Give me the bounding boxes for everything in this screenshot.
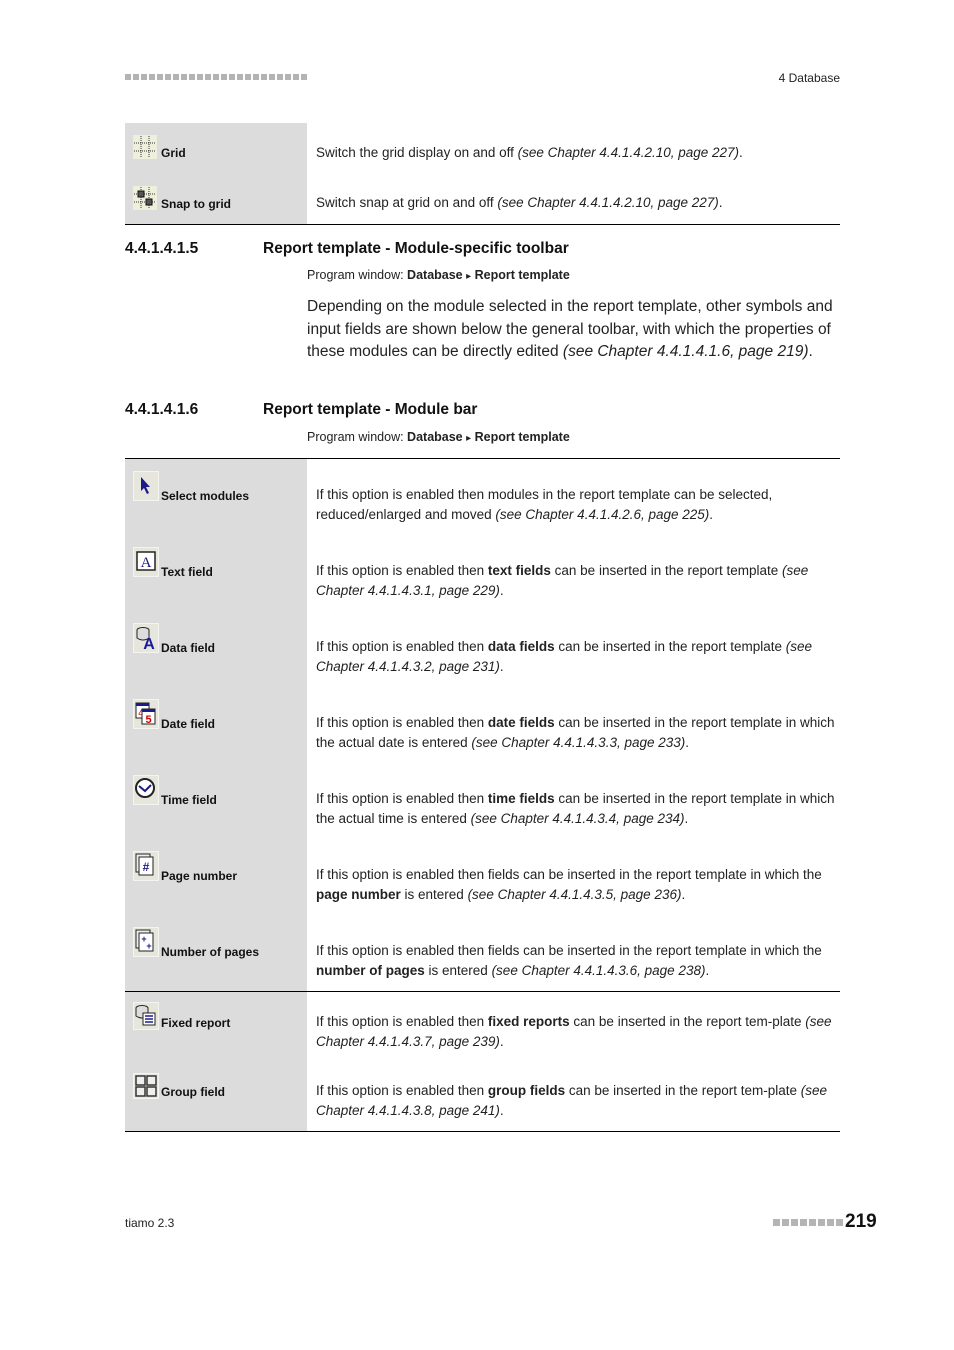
select-modules-description: If this option is enabled then modules i… bbox=[316, 487, 773, 522]
running-header-chapter: 4 Database bbox=[778, 71, 840, 85]
header-decoration bbox=[125, 74, 307, 82]
section-title: Report template - Module bar bbox=[263, 401, 478, 418]
data-field-label: Data field bbox=[161, 641, 216, 655]
svg-text:#: # bbox=[143, 860, 150, 874]
toolbar-table: Grid Switch the grid display on and off … bbox=[125, 123, 840, 224]
number-of-pages-label: Number of pages bbox=[161, 945, 260, 959]
table-row: Group field If this option is enabled th… bbox=[125, 1061, 840, 1131]
table-row: Select modules If this option is enabled… bbox=[125, 459, 840, 535]
chapter-reference-link[interactable]: (see Chapter 4.4.1.4.2.10, page 227) bbox=[518, 145, 739, 160]
page-number: 219 bbox=[845, 1211, 877, 1232]
svg-text:A: A bbox=[141, 555, 152, 571]
snap-to-grid-icon bbox=[133, 186, 157, 210]
group-field-description: If this option is enabled then group fie… bbox=[316, 1083, 828, 1118]
date-field-label: Date field bbox=[161, 717, 216, 731]
select-arrow-icon bbox=[133, 471, 159, 501]
text-field-icon: A bbox=[133, 547, 159, 577]
svg-text:+: + bbox=[146, 941, 151, 951]
svg-text:5: 5 bbox=[145, 714, 151, 726]
table-row: Time field If this option is enabled the… bbox=[125, 763, 840, 839]
table-bottom-rule bbox=[125, 1131, 840, 1132]
footer-decoration bbox=[773, 1219, 843, 1226]
data-field-icon: A bbox=[133, 623, 159, 653]
svg-text:A: A bbox=[143, 636, 155, 653]
chapter-reference-link[interactable]: (see Chapter 4.4.1.4.3.6, page 238) bbox=[492, 963, 706, 978]
module-bar-table-extra: Fixed report If this option is enabled t… bbox=[125, 992, 840, 1131]
grid-icon bbox=[133, 135, 157, 159]
table-row: # Page number If this option is enabled … bbox=[125, 839, 840, 915]
page-number-description: If this option is enabled then fields ca… bbox=[316, 867, 822, 902]
grid-label: Grid bbox=[161, 146, 186, 160]
select-modules-label: Select modules bbox=[161, 489, 250, 503]
table-row: 4 5 Date field If this option is enabled… bbox=[125, 687, 840, 763]
table-row: + + Number of pages If this option is en… bbox=[125, 915, 840, 991]
section-paragraph: Depending on the module selected in the … bbox=[307, 298, 833, 360]
chapter-reference-link[interactable]: (see Chapter 4.4.1.4.2.10, page 227) bbox=[497, 195, 718, 210]
chapter-reference-link[interactable]: (see Chapter 4.4.1.4.3.4, page 234) bbox=[471, 811, 685, 826]
section-number: 4.4.1.4.1.5 bbox=[125, 240, 199, 257]
footer-product: tiamo 2.3 bbox=[125, 1216, 175, 1230]
text-field-description: If this option is enabled then text fiel… bbox=[316, 563, 809, 598]
clock-icon bbox=[133, 775, 159, 805]
chapter-reference-link[interactable]: (see Chapter 4.4.1.4.2.6, page 225) bbox=[495, 507, 709, 522]
chapter-reference-link[interactable]: (see Chapter 4.4.1.4.3.5, page 236) bbox=[468, 887, 682, 902]
snap-to-grid-label: Snap to grid bbox=[161, 197, 231, 211]
number-of-pages-description: If this option is enabled then fields ca… bbox=[316, 943, 822, 978]
data-field-description: If this option is enabled then data fiel… bbox=[316, 639, 813, 674]
number-of-pages-icon: + + bbox=[133, 927, 159, 957]
section-number: 4.4.1.4.1.6 bbox=[125, 401, 199, 418]
table-row: Grid Switch the grid display on and off … bbox=[125, 123, 840, 174]
time-field-description: If this option is enabled then time fiel… bbox=[316, 791, 835, 826]
grid-description: Switch the grid display on and off (see … bbox=[316, 144, 743, 160]
table-row: A Text field If this option is enabled t… bbox=[125, 535, 840, 611]
fixed-report-description: If this option is enabled then fixed rep… bbox=[316, 1014, 832, 1049]
snap-to-grid-description: Switch snap at grid on and off (see Chap… bbox=[316, 195, 723, 211]
chapter-reference-link[interactable]: (see Chapter 4.4.1.4.1.6, page 219) bbox=[563, 343, 809, 360]
time-field-label: Time field bbox=[161, 793, 217, 807]
group-field-label: Group field bbox=[161, 1085, 225, 1099]
table-row: Fixed report If this option is enabled t… bbox=[125, 992, 840, 1061]
table-row: A Data field If this option is enabled t… bbox=[125, 611, 840, 687]
table-bottom-rule bbox=[125, 224, 840, 225]
table-row: Snap to grid Switch snap at grid on and … bbox=[125, 174, 840, 224]
text-field-label: Text field bbox=[161, 565, 213, 579]
program-window-path: Program window: Database ▸ Report templa… bbox=[307, 430, 570, 444]
fixed-report-label: Fixed report bbox=[161, 1016, 231, 1030]
page-number-icon: # bbox=[133, 851, 159, 881]
chapter-reference-link[interactable]: (see Chapter 4.4.1.4.3.3, page 233) bbox=[471, 735, 685, 750]
module-bar-table: Select modules If this option is enabled… bbox=[125, 459, 840, 991]
date-field-description: If this option is enabled then date fiel… bbox=[316, 715, 835, 750]
section-title: Report template - Module-specific toolba… bbox=[263, 240, 569, 257]
group-field-icon bbox=[133, 1073, 159, 1099]
page-number-label: Page number bbox=[161, 869, 238, 883]
program-window-path: Program window: Database ▸ Report templa… bbox=[307, 268, 570, 282]
fixed-report-icon bbox=[133, 1002, 159, 1030]
date-field-icon: 4 5 bbox=[133, 699, 159, 729]
